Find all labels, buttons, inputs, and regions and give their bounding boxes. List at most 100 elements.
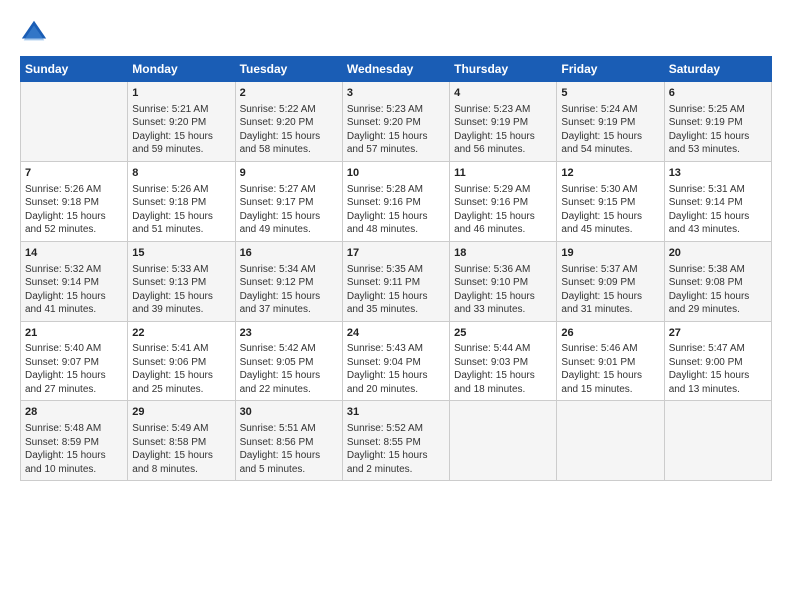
day-number: 22 xyxy=(132,326,230,341)
logo-icon xyxy=(20,18,48,46)
day-info-line: Sunrise: 5:34 AM xyxy=(240,263,338,277)
calendar-cell: 22Sunrise: 5:41 AMSunset: 9:06 PMDayligh… xyxy=(128,321,235,401)
day-info-line: and 46 minutes. xyxy=(454,223,552,237)
day-info-line: and 20 minutes. xyxy=(347,383,445,397)
day-info-line: Sunrise: 5:25 AM xyxy=(669,103,767,117)
day-number: 30 xyxy=(240,405,338,420)
day-info-line: and 31 minutes. xyxy=(561,303,659,317)
day-info-line: and 15 minutes. xyxy=(561,383,659,397)
day-info-line: Sunrise: 5:51 AM xyxy=(240,422,338,436)
calendar-cell: 10Sunrise: 5:28 AMSunset: 9:16 PMDayligh… xyxy=(342,161,449,241)
day-info-line: Sunrise: 5:49 AM xyxy=(132,422,230,436)
day-info-line: and 39 minutes. xyxy=(132,303,230,317)
day-number: 18 xyxy=(454,246,552,261)
day-number: 4 xyxy=(454,86,552,101)
day-info-line: Sunrise: 5:22 AM xyxy=(240,103,338,117)
day-info-line: Sunset: 9:20 PM xyxy=(132,116,230,130)
day-number: 23 xyxy=(240,326,338,341)
day-info-line: and 37 minutes. xyxy=(240,303,338,317)
week-row: 21Sunrise: 5:40 AMSunset: 9:07 PMDayligh… xyxy=(21,321,772,401)
day-info-line: Daylight: 15 hours xyxy=(132,290,230,304)
day-info-line: and 56 minutes. xyxy=(454,143,552,157)
day-number: 12 xyxy=(561,166,659,181)
day-info-line: Sunrise: 5:42 AM xyxy=(240,342,338,356)
day-info-line: Sunset: 9:16 PM xyxy=(454,196,552,210)
calendar-cell: 1Sunrise: 5:21 AMSunset: 9:20 PMDaylight… xyxy=(128,82,235,162)
calendar-cell: 13Sunrise: 5:31 AMSunset: 9:14 PMDayligh… xyxy=(664,161,771,241)
day-info-line: Daylight: 15 hours xyxy=(25,449,123,463)
day-info-line: Sunrise: 5:38 AM xyxy=(669,263,767,277)
calendar-cell: 2Sunrise: 5:22 AMSunset: 9:20 PMDaylight… xyxy=(235,82,342,162)
day-info-line: Daylight: 15 hours xyxy=(454,369,552,383)
calendar-cell: 5Sunrise: 5:24 AMSunset: 9:19 PMDaylight… xyxy=(557,82,664,162)
day-info-line: Sunrise: 5:21 AM xyxy=(132,103,230,117)
day-info-line: Sunset: 9:19 PM xyxy=(669,116,767,130)
day-info-line: Daylight: 15 hours xyxy=(669,130,767,144)
day-info-line: Sunset: 8:59 PM xyxy=(25,436,123,450)
page: SundayMondayTuesdayWednesdayThursdayFrid… xyxy=(0,0,792,491)
col-header-wednesday: Wednesday xyxy=(342,57,449,82)
day-info-line: Sunset: 8:56 PM xyxy=(240,436,338,450)
day-info-line: and 10 minutes. xyxy=(25,463,123,477)
day-info-line: Daylight: 15 hours xyxy=(240,449,338,463)
calendar-cell: 15Sunrise: 5:33 AMSunset: 9:13 PMDayligh… xyxy=(128,241,235,321)
calendar-cell xyxy=(557,401,664,481)
day-info-line: and 18 minutes. xyxy=(454,383,552,397)
day-info-line: Daylight: 15 hours xyxy=(347,290,445,304)
calendar-cell: 14Sunrise: 5:32 AMSunset: 9:14 PMDayligh… xyxy=(21,241,128,321)
day-info-line: Sunset: 9:10 PM xyxy=(454,276,552,290)
day-number: 5 xyxy=(561,86,659,101)
calendar-cell: 20Sunrise: 5:38 AMSunset: 9:08 PMDayligh… xyxy=(664,241,771,321)
day-info-line: and 33 minutes. xyxy=(454,303,552,317)
day-info-line: and 59 minutes. xyxy=(132,143,230,157)
calendar-cell: 26Sunrise: 5:46 AMSunset: 9:01 PMDayligh… xyxy=(557,321,664,401)
calendar-cell: 16Sunrise: 5:34 AMSunset: 9:12 PMDayligh… xyxy=(235,241,342,321)
calendar-cell: 27Sunrise: 5:47 AMSunset: 9:00 PMDayligh… xyxy=(664,321,771,401)
day-info-line: Sunrise: 5:24 AM xyxy=(561,103,659,117)
calendar-cell: 12Sunrise: 5:30 AMSunset: 9:15 PMDayligh… xyxy=(557,161,664,241)
day-info-line: Sunset: 9:18 PM xyxy=(132,196,230,210)
day-info-line: Sunrise: 5:32 AM xyxy=(25,263,123,277)
day-info-line: Sunrise: 5:37 AM xyxy=(561,263,659,277)
col-header-saturday: Saturday xyxy=(664,57,771,82)
calendar-cell: 19Sunrise: 5:37 AMSunset: 9:09 PMDayligh… xyxy=(557,241,664,321)
day-info-line: Sunrise: 5:33 AM xyxy=(132,263,230,277)
day-info-line: Daylight: 15 hours xyxy=(347,130,445,144)
calendar-cell: 6 Sunrise: 5:25 AMSunset: 9:19 PMDaylight… xyxy=(664,82,771,162)
day-info-line: and 8 minutes. xyxy=(132,463,230,477)
day-info-line: Sunrise: 5:41 AM xyxy=(132,342,230,356)
day-number: 7 xyxy=(25,166,123,181)
calendar-cell: 28Sunrise: 5:48 AMSunset: 8:59 PMDayligh… xyxy=(21,401,128,481)
day-info-line: Daylight: 15 hours xyxy=(669,290,767,304)
day-number: 26 xyxy=(561,326,659,341)
day-info-line: Sunset: 8:55 PM xyxy=(347,436,445,450)
day-number: 9 xyxy=(240,166,338,181)
day-number: 20 xyxy=(669,246,767,261)
day-number: 10 xyxy=(347,166,445,181)
day-info-line: Daylight: 15 hours xyxy=(347,210,445,224)
day-info-line: and 53 minutes. xyxy=(669,143,767,157)
day-number: 17 xyxy=(347,246,445,261)
calendar-cell: 4Sunrise: 5:23 AMSunset: 9:19 PMDaylight… xyxy=(450,82,557,162)
day-info-line: and 45 minutes. xyxy=(561,223,659,237)
header-row: SundayMondayTuesdayWednesdayThursdayFrid… xyxy=(21,57,772,82)
day-info-line: Daylight: 15 hours xyxy=(240,369,338,383)
logo xyxy=(20,18,52,46)
day-info-line: Sunset: 9:14 PM xyxy=(669,196,767,210)
day-info-line: Sunrise: 5:31 AM xyxy=(669,183,767,197)
day-info-line: Sunset: 9:16 PM xyxy=(347,196,445,210)
day-info-line: Daylight: 15 hours xyxy=(561,290,659,304)
header xyxy=(20,18,772,46)
day-number: 31 xyxy=(347,405,445,420)
day-info-line: Sunset: 9:13 PM xyxy=(132,276,230,290)
day-info-line: Sunrise: 5:48 AM xyxy=(25,422,123,436)
calendar-cell xyxy=(450,401,557,481)
week-row: 28Sunrise: 5:48 AMSunset: 8:59 PMDayligh… xyxy=(21,401,772,481)
day-info-line: Daylight: 15 hours xyxy=(240,130,338,144)
day-info-line: Daylight: 15 hours xyxy=(561,369,659,383)
calendar-cell: 25Sunrise: 5:44 AMSunset: 9:03 PMDayligh… xyxy=(450,321,557,401)
day-number: 6 xyxy=(669,86,767,101)
day-number: 29 xyxy=(132,405,230,420)
calendar-cell: 23Sunrise: 5:42 AMSunset: 9:05 PMDayligh… xyxy=(235,321,342,401)
day-info-line: Sunset: 9:00 PM xyxy=(669,356,767,370)
